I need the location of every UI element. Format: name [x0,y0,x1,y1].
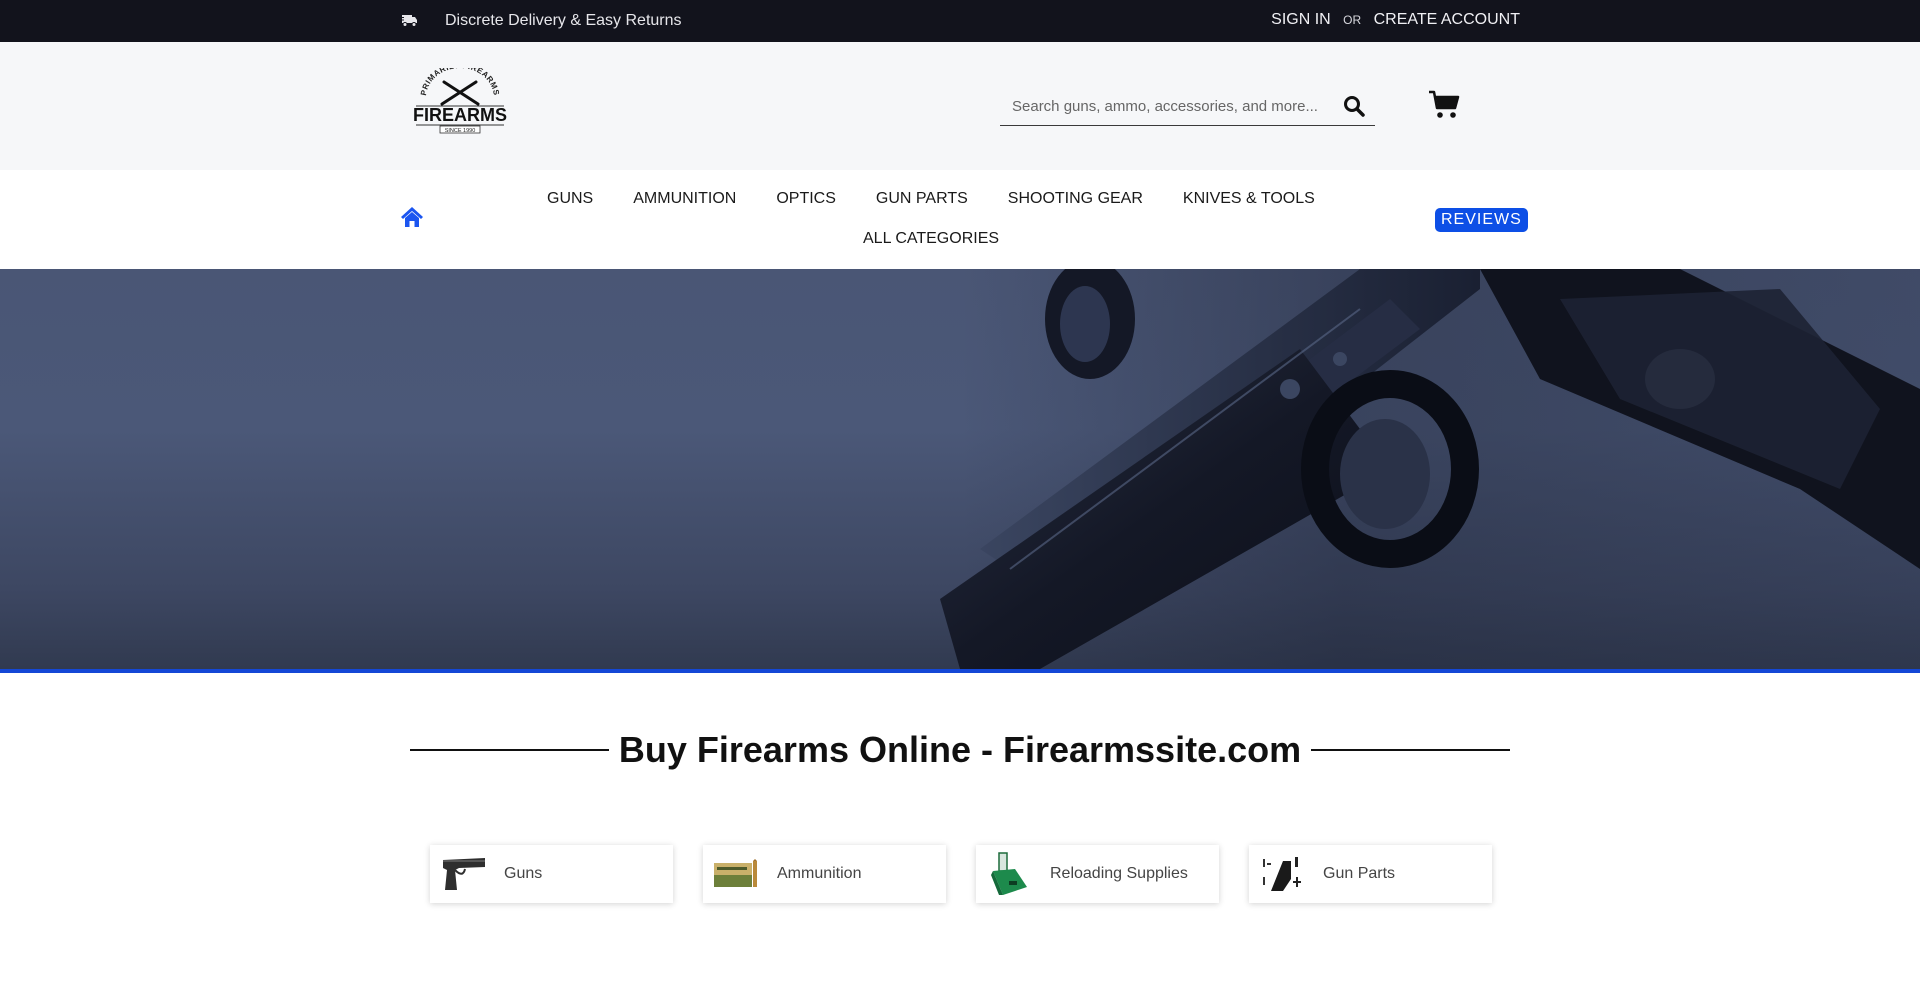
nav-item-gun-parts[interactable]: GUN PARTS [876,190,968,208]
powder-dispenser-image [984,851,1034,897]
nav-item-knives-tools[interactable]: KNIVES & TOOLS [1183,190,1315,208]
nav-item-ammunition[interactable]: AMMUNITION [633,190,736,208]
site-logo[interactable]: PRIMARILY FIREARMS FIREARMS SINCE 1990 [412,68,508,134]
reviews-button[interactable]: REVIEWS [1435,208,1528,232]
title-divider-left [410,749,609,751]
category-cards: Guns Ammunition Reloading Supplies Gun P… [430,845,1492,903]
site-header: PRIMARILY FIREARMS FIREARMS SINCE 1990 [0,42,1920,170]
home-icon[interactable] [400,206,424,228]
ammo-box-image [711,851,761,897]
delivery-truck-icon [400,15,417,27]
hero-pistol-image [940,269,1920,669]
search-icon[interactable] [1343,95,1365,117]
pistol-image [438,851,488,897]
logo-since-text: SINCE 1990 [445,128,476,134]
nav-item-guns[interactable]: GUNS [547,190,593,208]
or-separator: OR [1343,13,1362,27]
category-card-ammunition[interactable]: Ammunition [703,845,946,903]
sign-in-link[interactable]: SIGN IN [1271,11,1331,28]
nav-item-all-categories[interactable]: ALL CATEGORIES [863,230,999,247]
category-label: Gun Parts [1323,865,1396,882]
hero-bottom-border [0,669,1920,673]
gun-parts-image [1257,851,1307,897]
category-card-reloading-supplies[interactable]: Reloading Supplies [976,845,1219,903]
promo-text: Discrete Delivery & Easy Returns [445,12,682,29]
top-bar: Discrete Delivery & Easy Returns SIGN IN… [0,0,1920,42]
logo-brand-text: FIREARMS [413,105,507,125]
nav-item-shooting-gear[interactable]: SHOOTING GEAR [1008,190,1143,208]
title-divider-right [1311,749,1510,751]
category-card-gun-parts[interactable]: Gun Parts [1249,845,1492,903]
page-title: Buy Firearms Online - Firearmssite.com [618,729,1302,770]
main-nav: GUNS AMMUNITION OPTICS GUN PARTS SHOOTIN… [0,170,1920,269]
create-account-link[interactable]: CREATE ACCOUNT [1374,11,1520,28]
category-label: Guns [504,865,543,882]
category-label: Reloading Supplies [1050,865,1188,882]
nav-item-optics[interactable]: OPTICS [776,190,836,208]
nav-primary-items: GUNS AMMUNITION OPTICS GUN PARTS SHOOTIN… [547,190,1355,208]
hero-banner [0,269,1920,669]
nav-secondary-items: ALL CATEGORIES [863,230,999,248]
cart-icon[interactable] [1428,90,1460,120]
account-links: SIGN IN OR CREATE ACCOUNT [1271,11,1520,29]
category-card-guns[interactable]: Guns [430,845,673,903]
section-title: Buy Firearms Online - Firearmssite.com [410,725,1510,775]
category-label: Ammunition [777,865,862,882]
search-input[interactable] [1012,95,1332,117]
search-bar [1000,86,1375,126]
